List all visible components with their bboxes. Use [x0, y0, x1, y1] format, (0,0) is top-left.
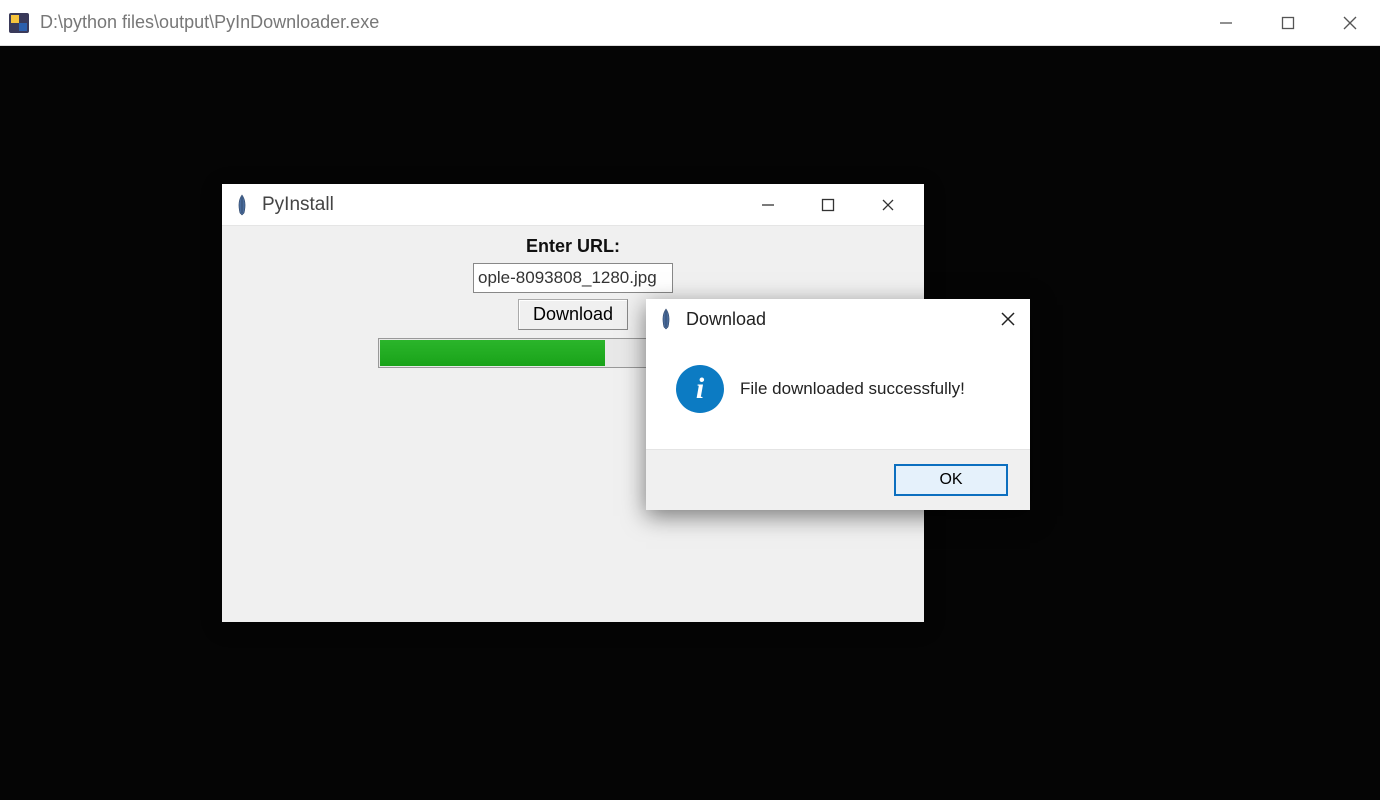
url-label: Enter URL: — [526, 236, 620, 257]
pyinstall-close-button[interactable] — [878, 195, 898, 215]
progress-bar — [378, 338, 688, 368]
feather-icon — [656, 307, 676, 331]
dialog-title: Download — [686, 309, 996, 330]
ok-button[interactable]: OK — [894, 464, 1008, 496]
app-icon — [8, 12, 30, 34]
pyinstall-titlebar[interactable]: PyInstall — [222, 184, 924, 226]
dialog-close-button[interactable] — [996, 307, 1020, 331]
dialog-footer: OK — [646, 449, 1030, 510]
progress-fill — [380, 340, 605, 366]
pyinstall-maximize-button[interactable] — [818, 195, 838, 215]
dialog-titlebar[interactable]: Download — [646, 299, 1030, 339]
pyinstall-window-controls — [758, 195, 914, 215]
maximize-button[interactable] — [1276, 11, 1300, 35]
pyinstall-minimize-button[interactable] — [758, 195, 778, 215]
info-icon: i — [676, 365, 724, 413]
minimize-button[interactable] — [1214, 11, 1238, 35]
url-input[interactable] — [473, 263, 673, 293]
download-button[interactable]: Download — [518, 299, 628, 330]
content-area: PyInstall Enter URL: Download — [0, 46, 1380, 800]
outer-window-controls — [1214, 11, 1372, 35]
dialog-body: i File downloaded successfully! — [646, 339, 1030, 449]
dialog-message: File downloaded successfully! — [740, 379, 965, 399]
pyinstall-title: PyInstall — [262, 194, 758, 216]
download-dialog: Download i File downloaded successfully!… — [646, 299, 1030, 510]
outer-window-title: D:\python files\output\PyInDownloader.ex… — [40, 12, 1214, 33]
close-button[interactable] — [1338, 11, 1362, 35]
outer-window-titlebar: D:\python files\output\PyInDownloader.ex… — [0, 0, 1380, 46]
feather-icon — [232, 193, 252, 217]
